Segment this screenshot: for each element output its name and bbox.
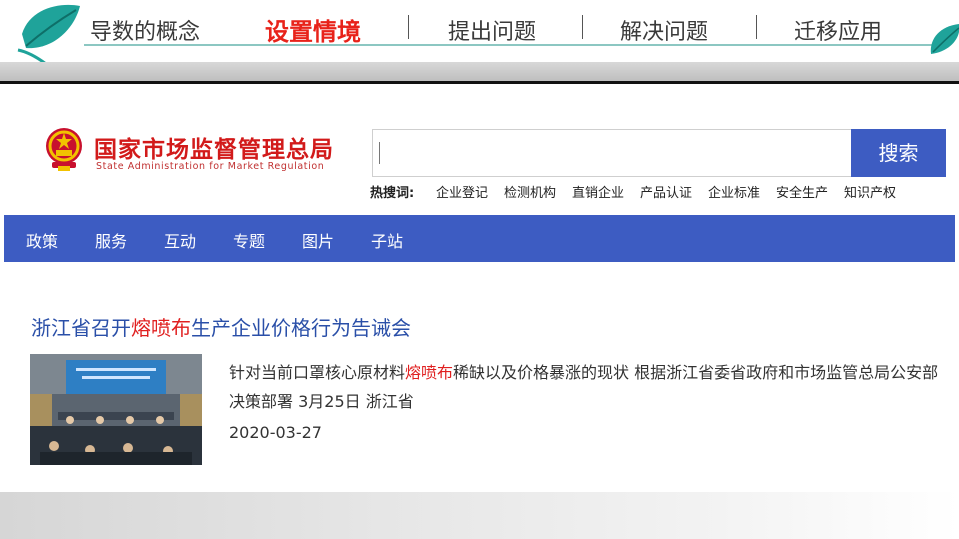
hot-word-link[interactable]: 产品认证 <box>640 182 692 201</box>
text-caret <box>379 142 380 164</box>
site-logo[interactable]: 国家市场监督管理总局 State Administration for Mark… <box>44 126 344 182</box>
site-navbar: 政策 服务 互动 专题 图片 子站 <box>4 215 955 262</box>
nav-separator <box>582 15 583 39</box>
hot-search-label: 热搜词: <box>370 186 415 201</box>
nav-link-pictures[interactable]: 图片 <box>302 228 334 252</box>
title-highlight: 熔喷布 <box>131 316 191 340</box>
search-input[interactable] <box>373 130 851 176</box>
nav-separator <box>756 15 757 39</box>
nav-link-topics[interactable]: 专题 <box>233 228 265 252</box>
header-gray-band <box>0 62 959 82</box>
org-name-english: State Administration for Market Regulati… <box>96 161 325 172</box>
nav-link-policy[interactable]: 政策 <box>26 228 58 252</box>
excerpt-text: 针对当前口罩核心原材料 <box>229 363 406 382</box>
title-text: 浙江省召开 <box>31 316 131 340</box>
nav-link-subsites[interactable]: 子站 <box>371 228 403 252</box>
meeting-photo-icon <box>30 354 202 465</box>
hot-word-link[interactable]: 知识产权 <box>844 182 896 201</box>
org-name: 国家市场监督管理总局 <box>94 137 334 163</box>
nav-link-service[interactable]: 服务 <box>95 228 127 252</box>
hot-word-link[interactable]: 企业标准 <box>708 182 760 201</box>
slide-nav-item-apply[interactable]: 迁移应用 <box>794 14 882 46</box>
search-button[interactable]: 搜索 <box>851 129 946 177</box>
slide-header: 导数的概念 设置情境 提出问题 解决问题 迁移应用 <box>0 0 959 68</box>
slide-nav: 导数的概念 设置情境 提出问题 解决问题 迁移应用 <box>0 0 959 47</box>
national-emblem-icon <box>46 128 82 171</box>
nav-separator <box>408 15 409 39</box>
slide-nav-item-concept[interactable]: 导数的概念 <box>90 14 200 46</box>
hot-word-link[interactable]: 企业登记 <box>436 182 488 201</box>
slide-footer-band <box>0 492 959 539</box>
search-box <box>372 129 852 177</box>
hot-word-link[interactable]: 直销企业 <box>572 182 624 201</box>
nav-link-interaction[interactable]: 互动 <box>164 228 196 252</box>
excerpt-highlight: 熔喷布 <box>405 363 454 382</box>
website-screenshot: 国家市场监督管理总局 State Administration for Mark… <box>0 84 959 492</box>
slide-nav-item-question[interactable]: 提出问题 <box>448 14 536 46</box>
article-thumbnail[interactable] <box>30 354 202 465</box>
article-excerpt: 针对当前口罩核心原材料熔喷布稀缺以及价格暴涨的现状 根据浙江省委省政府和市场监管… <box>229 358 949 416</box>
hot-word-link[interactable]: 检测机构 <box>504 182 556 201</box>
hot-word-link[interactable]: 安全生产 <box>776 182 828 201</box>
article-date: 2020-03-27 <box>229 423 322 442</box>
title-text: 生产企业价格行为告诫会 <box>191 316 411 340</box>
slide-nav-item-solve[interactable]: 解决问题 <box>620 14 708 46</box>
slide-nav-item-situation[interactable]: 设置情境 <box>265 12 361 47</box>
leaf-decoration-icon <box>930 24 959 54</box>
article-title-link[interactable]: 浙江省召开熔喷布生产企业价格行为告诫会 <box>31 312 411 341</box>
